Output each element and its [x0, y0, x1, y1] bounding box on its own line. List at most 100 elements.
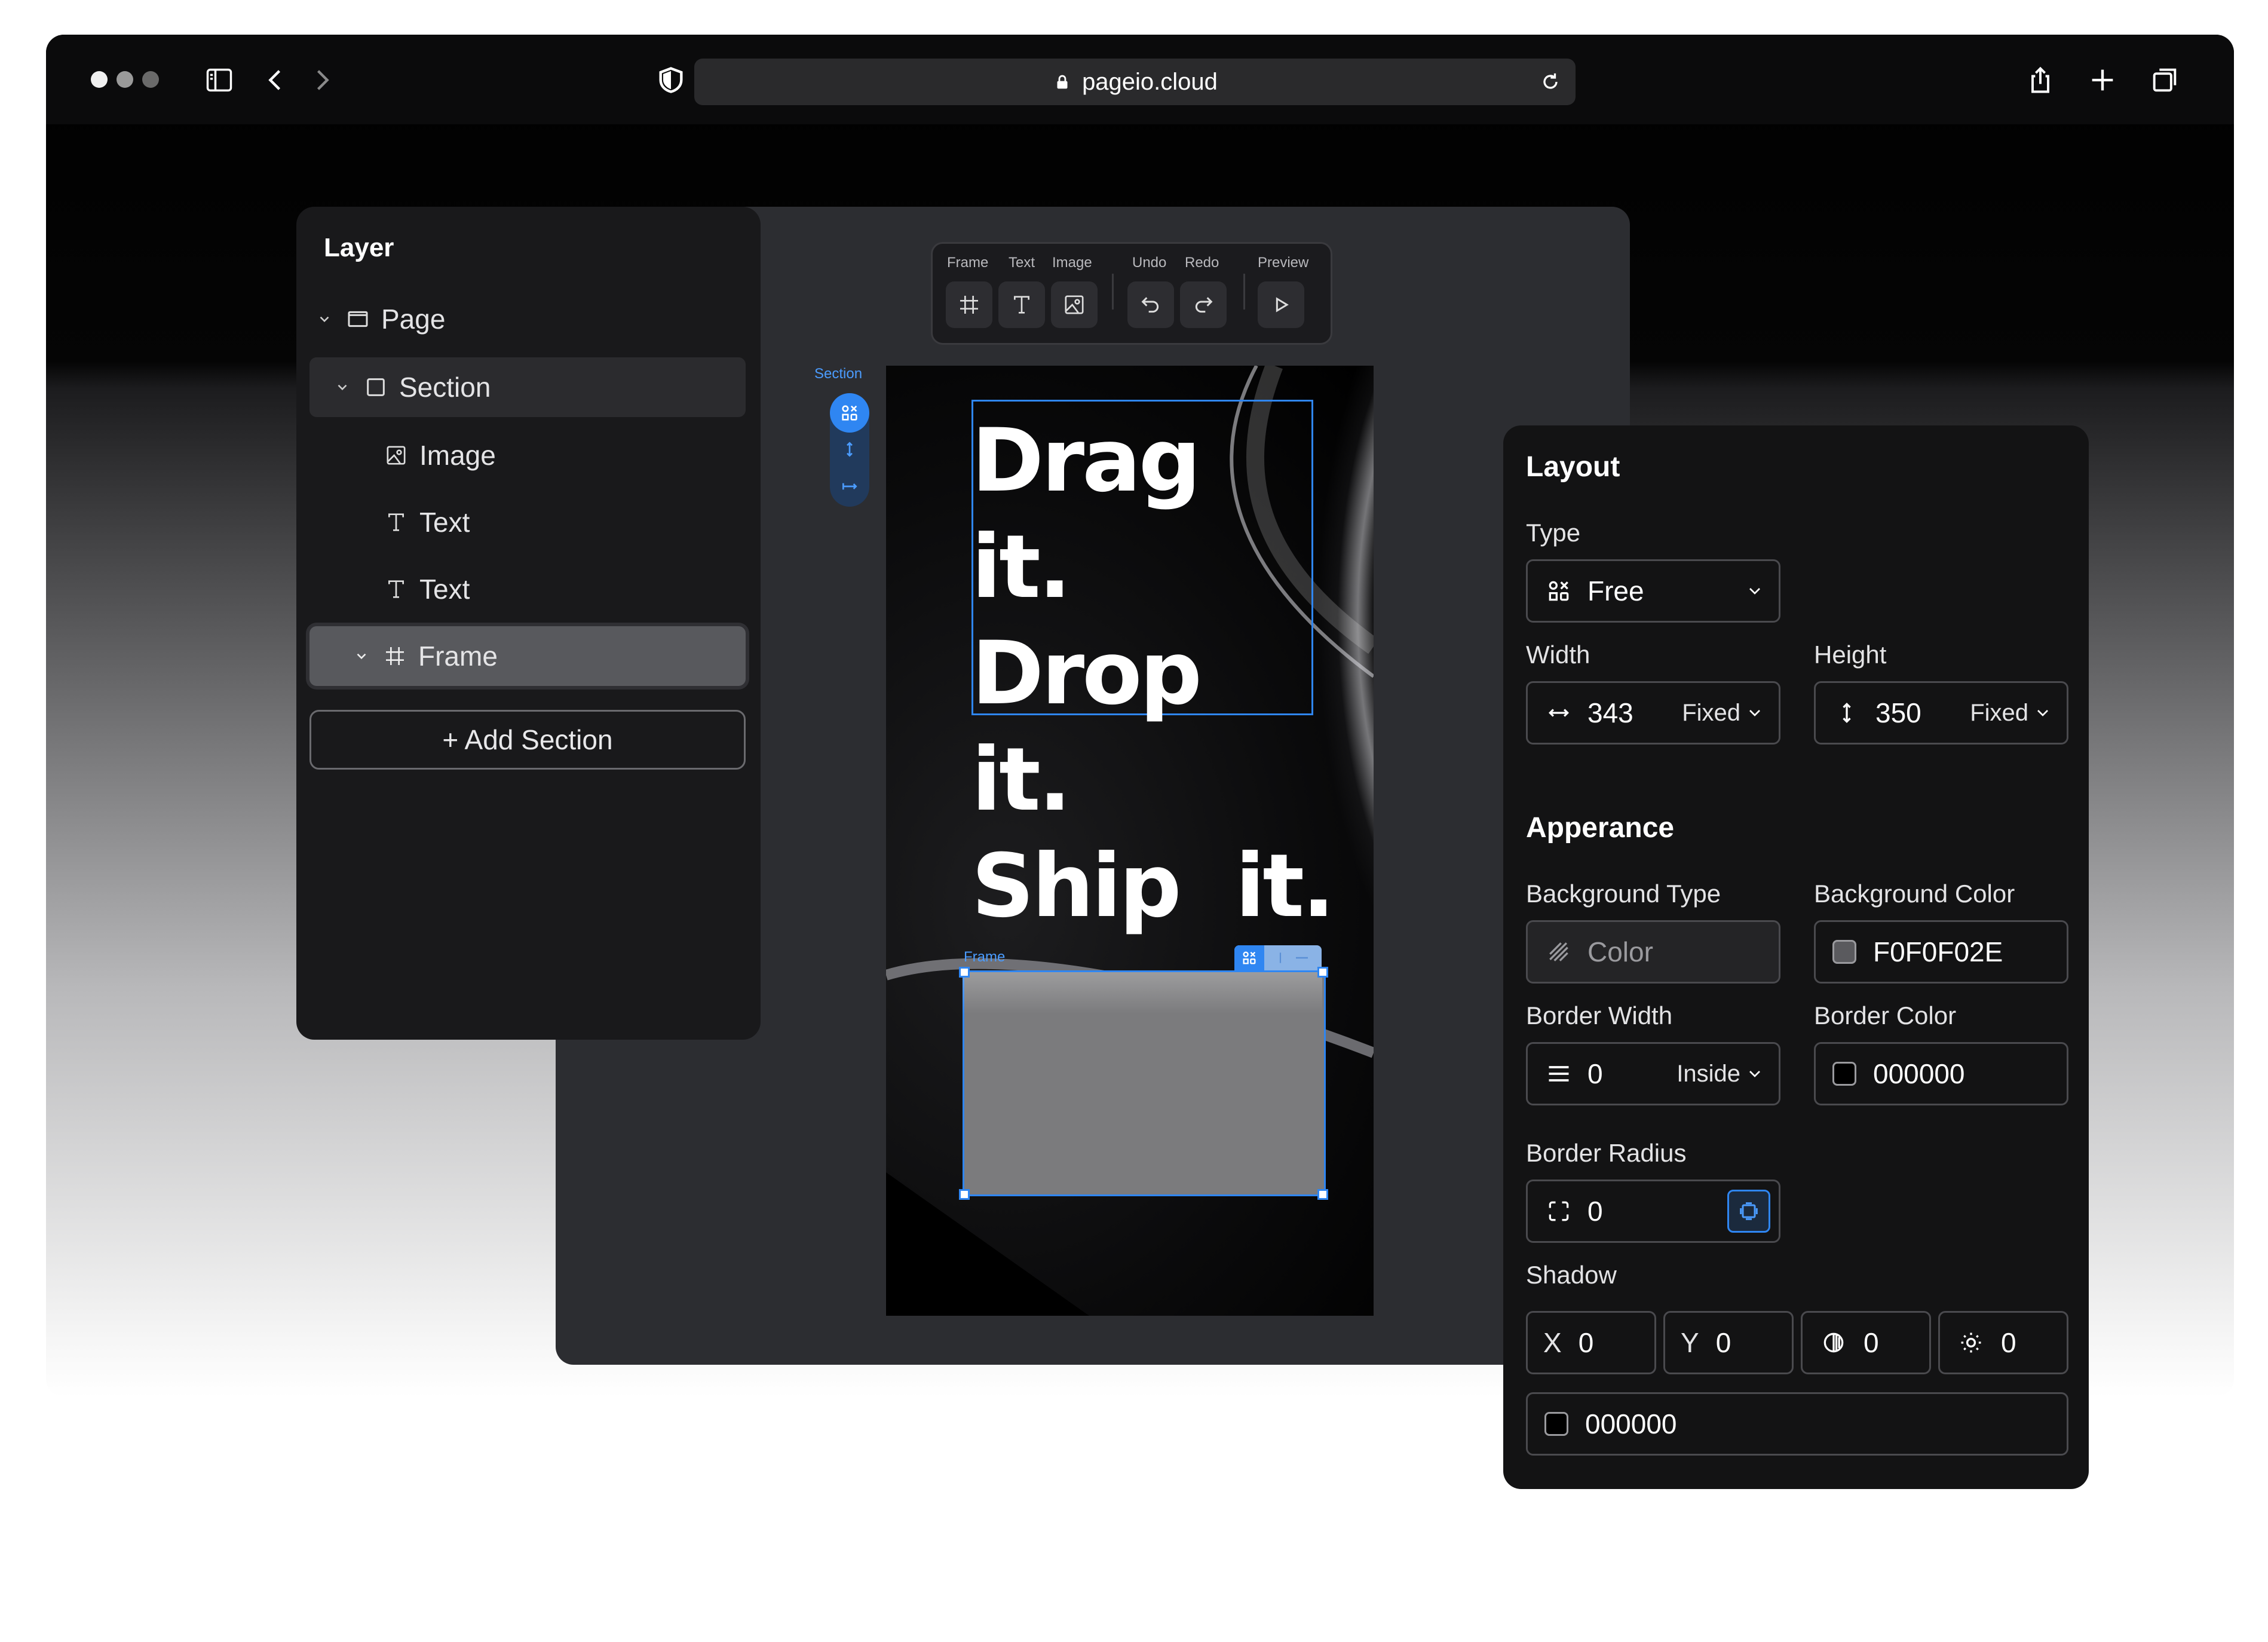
- border-width-label: Border Width: [1526, 1001, 1673, 1030]
- back-icon[interactable]: [259, 63, 292, 97]
- shadow-y-prefix: Y: [1681, 1327, 1699, 1358]
- shadow-blur-input[interactable]: 0: [1801, 1311, 1931, 1374]
- add-section-button[interactable]: + Add Section: [309, 710, 746, 770]
- layer-item-text[interactable]: Text: [382, 492, 741, 552]
- preview-button[interactable]: [1258, 281, 1304, 328]
- frame-label: Frame: [964, 949, 1006, 965]
- border-mode-select[interactable]: Inside: [1677, 1061, 1764, 1087]
- width-mode-select[interactable]: Fixed: [1682, 700, 1764, 727]
- close-dot[interactable]: [91, 71, 108, 88]
- layer-item-label: Section: [399, 372, 491, 403]
- shadow-color-input[interactable]: 000000: [1526, 1392, 2068, 1456]
- width-label: Width: [1526, 641, 1590, 669]
- text-icon: [1014, 296, 1029, 314]
- color-swatch[interactable]: [1544, 1412, 1568, 1436]
- background-type-select[interactable]: Color: [1526, 920, 1780, 984]
- resize-handle-tr[interactable]: [1317, 967, 1328, 978]
- sidebar-toggle-icon[interactable]: [203, 63, 236, 97]
- editor-toolbar: Frame Text Image Undo Redo Preview: [931, 242, 1332, 345]
- horizontal-arrows-icon: [1543, 697, 1574, 728]
- hero-line-3: Ship it.: [971, 835, 1335, 937]
- type-label: Type: [1526, 519, 1581, 547]
- toolbar-undo-label: Undo: [1132, 255, 1167, 271]
- border-radius-label: Border Radius: [1526, 1139, 1687, 1167]
- free-layout-icon: [842, 405, 857, 421]
- reload-icon[interactable]: [1538, 70, 1562, 94]
- color-swatch[interactable]: [1832, 940, 1856, 964]
- hero-headline[interactable]: Drag it. Drop it. Ship it.: [971, 408, 1335, 939]
- color-swatch[interactable]: [1832, 1062, 1856, 1086]
- zoom-dot[interactable]: [142, 71, 159, 88]
- chevron-down-icon: [1749, 1071, 1760, 1077]
- section-label: Section: [814, 366, 863, 382]
- layout-heading: Layout: [1526, 451, 1620, 483]
- layer-item-label: Frame: [418, 641, 498, 672]
- text-tool-button[interactable]: [998, 281, 1045, 328]
- chevron-down-icon: [2037, 710, 2048, 716]
- horizontal-resize-icon[interactable]: [1293, 949, 1311, 967]
- layer-item-label: Image: [419, 440, 496, 471]
- height-value: 350: [1875, 697, 1921, 728]
- height-mode-select[interactable]: Fixed: [1970, 700, 2052, 727]
- image-icon: [1065, 295, 1084, 314]
- toolbar-redo-label: Redo: [1185, 255, 1219, 271]
- lock-icon: [1057, 75, 1068, 89]
- image-tool-button[interactable]: [1051, 281, 1098, 328]
- layer-item-page[interactable]: Page: [315, 289, 746, 349]
- phone-preview[interactable]: Drag it. Drop it. Ship it. Frame: [886, 366, 1374, 1316]
- height-input[interactable]: 350 Fixed: [1814, 681, 2068, 745]
- horizontal-resize-icon[interactable]: [830, 477, 869, 496]
- vertical-resize-icon[interactable]: [1273, 950, 1288, 966]
- layer-item-image[interactable]: Image: [382, 425, 741, 485]
- section-layout-button[interactable]: [830, 393, 869, 433]
- shadow-x-value: 0: [1578, 1327, 1594, 1358]
- shadow-y-input[interactable]: Y 0: [1663, 1311, 1794, 1374]
- width-input[interactable]: 343 Fixed: [1526, 681, 1780, 745]
- text-icon: [382, 575, 410, 603]
- shadow-color-value: 000000: [1585, 1408, 1677, 1439]
- layout-type-select[interactable]: Free: [1526, 559, 1780, 623]
- layer-item-text[interactable]: Text: [382, 559, 741, 619]
- share-icon[interactable]: [2024, 63, 2057, 97]
- tabs-overview-icon[interactable]: [2148, 63, 2181, 97]
- shadow-blur-value: 0: [1864, 1327, 1879, 1358]
- border-radius-value: 0: [1587, 1196, 1603, 1227]
- hero-line-1: Drag it.: [971, 410, 1201, 618]
- address-bar[interactable]: pageio.cloud: [694, 59, 1576, 105]
- border-color-input[interactable]: 000000: [1814, 1042, 2068, 1105]
- play-icon: [1276, 297, 1289, 313]
- chevron-down-icon[interactable]: [353, 647, 370, 665]
- chevron-down-icon[interactable]: [315, 310, 333, 328]
- shield-icon[interactable]: [654, 63, 688, 97]
- undo-button[interactable]: [1127, 281, 1174, 328]
- toolbar-image-label: Image: [1052, 255, 1092, 271]
- border-lines-icon: [1543, 1058, 1574, 1089]
- shadow-x-input[interactable]: X 0: [1526, 1311, 1656, 1374]
- border-radius-input[interactable]: 0: [1526, 1180, 1780, 1243]
- border-mode-label: Inside: [1677, 1060, 1740, 1087]
- new-tab-icon[interactable]: [2086, 63, 2119, 97]
- redo-button[interactable]: [1180, 281, 1227, 328]
- width-value: 343: [1587, 697, 1633, 728]
- resize-handle-br[interactable]: [1317, 1189, 1328, 1200]
- selected-frame[interactable]: [963, 970, 1326, 1196]
- frame-tool-button[interactable]: [946, 281, 992, 328]
- vertical-arrows-icon: [1831, 697, 1862, 728]
- background-color-input[interactable]: F0F0F02E: [1814, 920, 2068, 984]
- layer-item-label: Text: [419, 507, 470, 538]
- resize-handle-tl[interactable]: [959, 967, 970, 978]
- forward-icon[interactable]: [305, 63, 339, 97]
- border-width-input[interactable]: 0 Inside: [1526, 1042, 1780, 1105]
- url-text: pageio.cloud: [1082, 68, 1218, 95]
- frame-layout-button[interactable]: [1234, 945, 1264, 970]
- layer-item-frame[interactable]: Frame: [309, 626, 746, 686]
- chevron-down-icon[interactable]: [333, 378, 351, 396]
- shadow-spread-input[interactable]: 0: [1938, 1311, 2068, 1374]
- independent-corners-icon[interactable]: [1727, 1190, 1770, 1233]
- layer-item-section[interactable]: Section: [309, 357, 746, 417]
- section-controls: [830, 393, 869, 507]
- minimize-dot[interactable]: [117, 71, 133, 88]
- resize-handle-bl[interactable]: [959, 1189, 970, 1200]
- layer-item-label: Text: [419, 574, 470, 605]
- vertical-resize-icon[interactable]: [830, 440, 869, 459]
